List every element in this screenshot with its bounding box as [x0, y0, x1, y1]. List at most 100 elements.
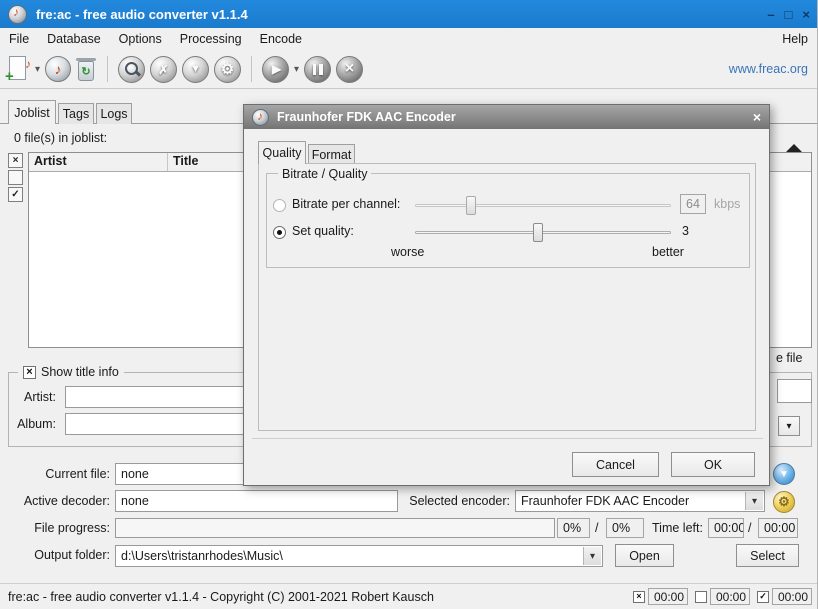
partial-dropdown-button[interactable]: ▾	[778, 416, 800, 436]
quality-label: Set quality:	[292, 224, 354, 238]
bitrate-unit: kbps	[714, 197, 740, 211]
dialog-close-icon[interactable]: ×	[753, 110, 761, 124]
stop-encoding-button[interactable]: ×	[336, 56, 363, 83]
select-all-button[interactable]: ×	[8, 153, 23, 168]
funnel-icon: ▼	[190, 63, 201, 75]
encoder-settings-button[interactable]: ⚙	[214, 56, 241, 83]
tab-joblist[interactable]: Joblist	[8, 100, 56, 124]
start-encoding-dropdown-icon[interactable]: ▾	[294, 64, 299, 75]
column-header-artist[interactable]: Artist	[29, 153, 168, 171]
quality-slider-thumb[interactable]	[533, 223, 543, 242]
select-button[interactable]: Select	[736, 544, 799, 567]
progress-separator: /	[595, 521, 598, 535]
play-icon: ▶	[272, 62, 281, 76]
ok-button[interactable]: OK	[671, 452, 755, 477]
tab-logs[interactable]: Logs	[96, 103, 132, 124]
time-left-label: Time left:	[652, 521, 703, 535]
freac-website-link[interactable]: www.freac.org	[729, 62, 808, 76]
bitrate-value: 64	[680, 194, 706, 214]
file-progress-bar	[115, 518, 555, 538]
open-button[interactable]: Open	[615, 544, 674, 567]
menu-database[interactable]: Database	[38, 29, 110, 49]
output-folder-label: Output folder:	[5, 548, 110, 562]
toolbar-separator	[107, 56, 108, 82]
start-encoding-button[interactable]: ▶	[262, 56, 289, 83]
quality-slider[interactable]	[415, 231, 671, 234]
selected-encoder-label: Selected encoder:	[400, 494, 510, 508]
time-all-value: 00:00	[772, 588, 812, 605]
menu-options[interactable]: Options	[110, 29, 171, 49]
tab-tags[interactable]: Tags	[58, 103, 94, 124]
encoder-config-icon[interactable]: ⚙	[773, 491, 795, 513]
partial-field[interactable]	[777, 379, 812, 403]
group-label: Bitrate / Quality	[278, 167, 371, 181]
artist-label: Artist:	[8, 390, 56, 404]
time-separator: /	[748, 521, 751, 535]
time-all-toggle[interactable]: ✓ 00:00	[757, 588, 812, 605]
checkbox-unchecked-icon	[695, 591, 707, 603]
app-icon	[8, 5, 27, 24]
stop-icon: ×	[345, 60, 354, 78]
dialog-icon	[252, 109, 269, 126]
menu-file[interactable]: File	[0, 29, 38, 49]
eject-cd-button[interactable]	[786, 130, 810, 146]
chevron-down-icon[interactable]: ▾	[583, 547, 601, 565]
add-files-dropdown-icon[interactable]: ▾	[35, 64, 40, 75]
chevron-down-icon[interactable]: ▾	[745, 492, 763, 510]
bitrate-slider-thumb[interactable]	[466, 196, 476, 215]
bitrate-label: Bitrate per channel:	[292, 197, 400, 211]
close-icon[interactable]: ×	[802, 8, 810, 21]
menu-help[interactable]: Help	[772, 29, 818, 49]
bitrate-slider[interactable]	[415, 204, 671, 207]
joblist-count-label: 0 file(s) in joblist:	[14, 131, 107, 145]
window-title: fre:ac - free audio converter v1.1.4	[36, 7, 248, 22]
dialog-tab-format[interactable]: Format	[308, 144, 355, 164]
dialog-title-bar: Fraunhofer FDK AAC Encoder ×	[244, 105, 769, 129]
signal-processing-button[interactable]: ▼	[182, 56, 209, 83]
magnifier-icon	[124, 61, 140, 77]
total-progress-percent: 0%	[606, 518, 644, 538]
current-file-label: Current file:	[5, 467, 110, 481]
toggle-selection-button[interactable]: ✓	[8, 187, 23, 202]
app-window: fre:ac - free audio converter v1.1.4 – □…	[0, 0, 818, 609]
music-note-icon: ♪	[55, 61, 62, 77]
eject-icon	[786, 130, 810, 144]
quality-value: 3	[682, 224, 689, 238]
dialog-title: Fraunhofer FDK AAC Encoder	[277, 110, 456, 124]
selected-encoder-combo[interactable]: Fraunhofer FDK AAC Encoder ▾	[515, 490, 765, 512]
recycle-icon: ↻	[78, 61, 94, 81]
maximize-icon[interactable]: □	[785, 8, 793, 21]
time-unselected-value: 00:00	[710, 588, 750, 605]
cddb-query-button[interactable]	[118, 56, 145, 83]
show-title-info-toggle[interactable]: × Show title info	[18, 365, 124, 379]
time-selected-value: 00:00	[648, 588, 688, 605]
time-selected-toggle[interactable]: × 00:00	[633, 588, 688, 605]
pause-encoding-button[interactable]	[304, 56, 331, 83]
checkbox-checked-icon: ×	[23, 366, 36, 379]
menu-encode[interactable]: Encode	[251, 29, 311, 49]
note-icon: ♪	[25, 57, 31, 71]
add-audio-cd-button[interactable]: ♪	[45, 56, 71, 82]
cancel-button[interactable]: Cancel	[572, 452, 659, 477]
quality-radio[interactable]	[273, 226, 286, 239]
toolbar: + ♪ ▾ ♪ ↻ ✗ ▼ ⚙ ▶ ▾ × www.freac.org	[0, 50, 818, 89]
processing-status-icon[interactable]: ▼	[773, 463, 795, 485]
select-none-button[interactable]	[8, 170, 23, 185]
dialog-tab-quality[interactable]: Quality	[258, 141, 306, 164]
plus-icon: +	[5, 68, 14, 85]
bitrate-radio[interactable]	[273, 199, 286, 212]
clear-joblist-button[interactable]: ↻	[76, 56, 97, 82]
gear-icon: ⚙	[221, 60, 234, 78]
scale-worse-label: worse	[391, 245, 424, 259]
time-left-file: 00:00	[708, 518, 744, 538]
time-unselected-toggle[interactable]: 00:00	[695, 588, 750, 605]
add-files-button[interactable]: + ♪	[6, 55, 30, 83]
time-left-total: 00:00	[758, 518, 798, 538]
dialog-separator	[252, 438, 763, 439]
encoder-config-dialog: Fraunhofer FDK AAC Encoder × Quality For…	[243, 104, 770, 486]
output-folder-combo[interactable]: d:\Users\tristanrhodes\Music\ ▾	[115, 545, 603, 567]
menu-processing[interactable]: Processing	[171, 29, 251, 49]
general-settings-button[interactable]: ✗	[150, 56, 177, 83]
minimize-icon[interactable]: –	[767, 8, 774, 21]
toolbar-separator	[251, 56, 252, 82]
